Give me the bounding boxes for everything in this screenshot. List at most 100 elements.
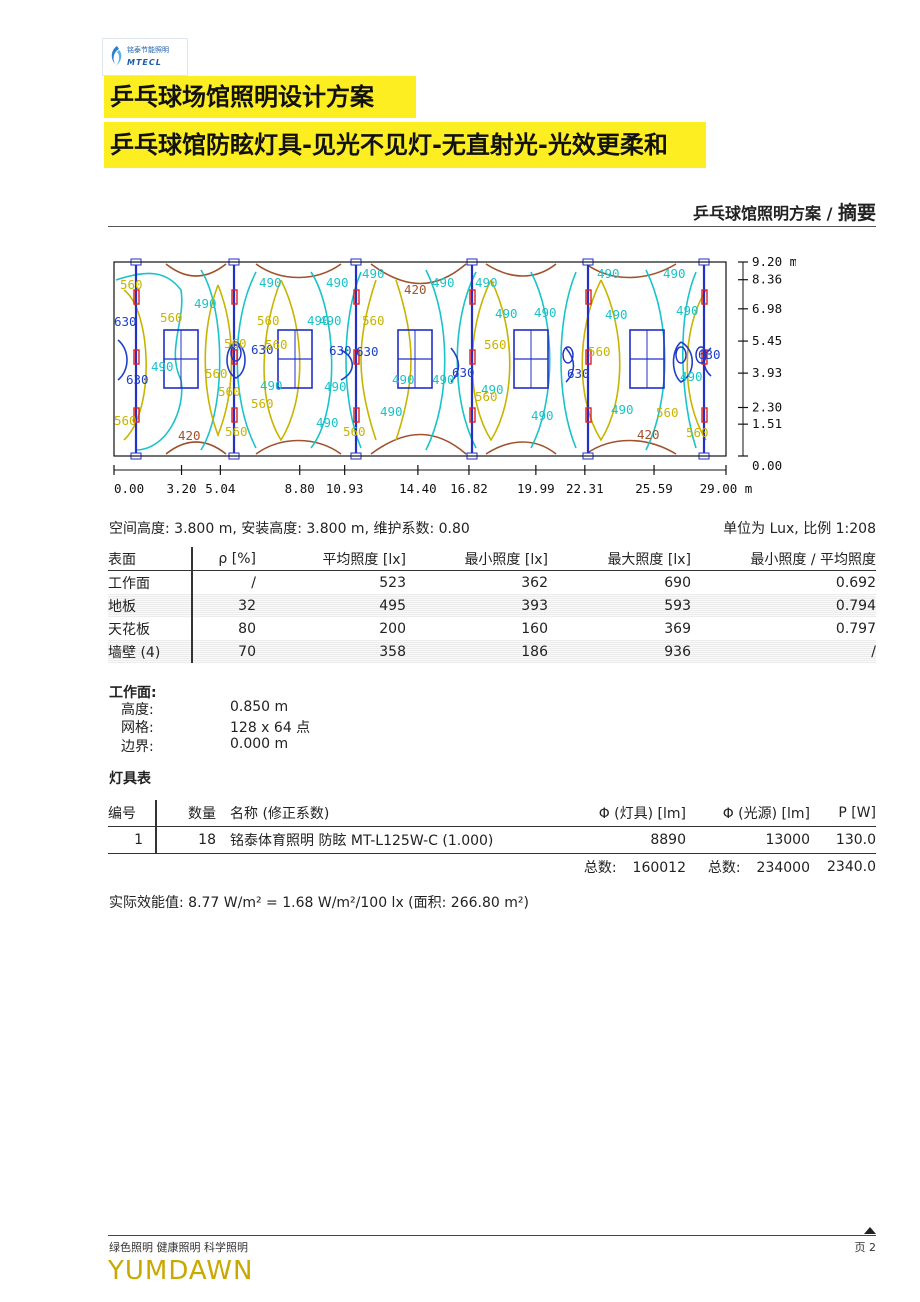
total-lum-flux: 160012 (632, 860, 686, 876)
contour-label: 560 (484, 337, 507, 352)
y-tick-label: 2.30 (752, 400, 782, 415)
x-tick-label: 5.04 (205, 481, 235, 496)
x-tick-label: 29.00 m (700, 481, 753, 496)
x-tick-label: 10.93 (326, 481, 364, 496)
table-row: 天花板 80 200 160 369 0.797 (108, 617, 876, 640)
col-avg: 平均照度 [lx] (256, 547, 406, 571)
col-name: 名称 (修正系数) (216, 800, 506, 827)
contour-label: 560 (257, 313, 280, 328)
cell: 0.692 (835, 574, 876, 591)
col-qty: 数量 (156, 800, 216, 827)
contour-label: 490 (392, 372, 415, 387)
workplane-grid-value: 128 x 64 点 (230, 720, 311, 736)
total-lamp-flux: 234000 (756, 860, 810, 876)
contour-label: 630 (698, 347, 721, 362)
luminaire-table-title: 灯具表 (109, 771, 151, 787)
workplane-border-label: 边界: (121, 739, 154, 755)
room-parameters: 空间高度: 3.800 m, 安装高度: 3.800 m, 维护系数: 0.80 (109, 521, 470, 537)
y-tick-label: 0.00 (752, 458, 782, 473)
cell: 0.794 (691, 594, 876, 617)
header-section: 摘要 (837, 202, 876, 224)
contour-label: 630 (329, 343, 352, 358)
cell: 18 (198, 832, 216, 848)
brand-logo-text: YUMDAWN (108, 1256, 254, 1286)
table-row: 工作面 / 523 362 690 0.692 (108, 570, 876, 594)
contour-label: 630 (114, 314, 137, 329)
cell: 160 (521, 620, 548, 637)
cell: 13000 (765, 832, 810, 848)
logo-mark-icon (111, 46, 122, 66)
contour-label: 490 (597, 266, 620, 281)
cell: 天花板 (108, 617, 193, 640)
contour-label: 560 (205, 366, 228, 381)
workplane-height-label: 高度: (121, 702, 154, 718)
col-rho: ρ [%] (192, 547, 256, 571)
footer-slogan: 绿色照明 健康照明 科学照明 (109, 1241, 248, 1254)
contour-label: 490 (316, 415, 339, 430)
contour-label: 490 (676, 303, 699, 318)
cell: 80 (238, 620, 256, 637)
contour-label: 560 (224, 336, 247, 351)
x-tick-label: 8.80 (285, 481, 315, 496)
contour-label: 560 (114, 413, 137, 428)
contour-label: 560 (225, 424, 248, 439)
x-tick-label: 0.00 (114, 481, 144, 496)
x-tick-label: 25.59 (635, 481, 673, 496)
contour-label: 560 (656, 405, 679, 420)
isolux-plan: 560630630490560560420560560 630490490560 4… (113, 254, 796, 496)
table-row: 1 18 铭泰体育照明 防眩 MT-L125W-C (1.000) 8890 1… (108, 826, 876, 854)
x-tick-label: 16.82 (450, 481, 488, 496)
x-tick-label: 14.40 (399, 481, 437, 496)
totals-row: 总数: 160012 总数: 234000 2340.0 (108, 854, 876, 881)
contour-label: 490 (260, 378, 283, 393)
cell: 936 (548, 640, 691, 663)
y-tick-label: 5.45 (752, 333, 782, 348)
contour-label: 560 (686, 425, 709, 440)
logo-cn-text: 铭泰节能照明 (127, 46, 169, 54)
col-min: 最小照度 [lx] (406, 547, 548, 571)
contour-label: 420 (637, 427, 660, 442)
page-up-icon (864, 1227, 876, 1234)
contour-label: 560 (475, 389, 498, 404)
contour-label: 490 (151, 359, 174, 374)
page-number: 页 2 (854, 1241, 877, 1254)
total-power: 2340.0 (827, 859, 876, 875)
col-flux-lamp: Φ (光源) [lm] (686, 800, 810, 827)
cell: 593 (548, 594, 691, 617)
y-axis: 9.20 m 8.36 6.98 5.45 3.93 2.301.51 0.00 (738, 254, 796, 473)
contour-label: 490 (495, 306, 518, 321)
contour-label: 560 (120, 277, 143, 292)
contour-label: 490 (319, 313, 342, 328)
y-tick-label: 3.93 (752, 365, 782, 380)
col-no: 编号 (108, 800, 157, 827)
contour-label: 490 (605, 307, 628, 322)
marker-circle (675, 346, 687, 364)
contour-label: 490 (259, 275, 282, 290)
company-logo: 铭泰节能照明 MTECL (102, 38, 188, 76)
col-flux-lum: Φ (灯具) [lm] (506, 800, 686, 827)
cell: 200 (379, 620, 406, 637)
footer-divider (108, 1235, 876, 1236)
contour-label: 490 (326, 275, 349, 290)
cell: 369 (664, 620, 691, 637)
contour-label: 560 (251, 396, 274, 411)
x-tick-label: 19.99 (517, 481, 555, 496)
y-tick-label: 6.98 (752, 301, 782, 316)
contour-label: 490 (324, 379, 347, 394)
total-label: 总数: (707, 860, 741, 876)
contour-label: 560 (362, 313, 385, 328)
x-axis: 0.00 3.20 5.04 8.80 10.93 14.40 16.82 19.99 22.3… (113, 465, 753, 496)
contour-label: 490 (531, 408, 554, 423)
contour-label: 630 (356, 344, 379, 359)
header-title: 乒乓球馆照明方案 (692, 204, 821, 223)
cell: 393 (406, 594, 548, 617)
contour-label: 560 (343, 424, 366, 439)
cell: 8890 (650, 832, 686, 848)
col-power: P [W] (810, 800, 876, 827)
contour-label: 490 (432, 275, 455, 290)
cell: 墙壁 (4) (108, 640, 193, 663)
contour-label: 560 (160, 310, 183, 325)
cell: 523 (379, 574, 406, 591)
contour-label: 560 (265, 337, 288, 352)
contour-label: 420 (404, 282, 427, 297)
